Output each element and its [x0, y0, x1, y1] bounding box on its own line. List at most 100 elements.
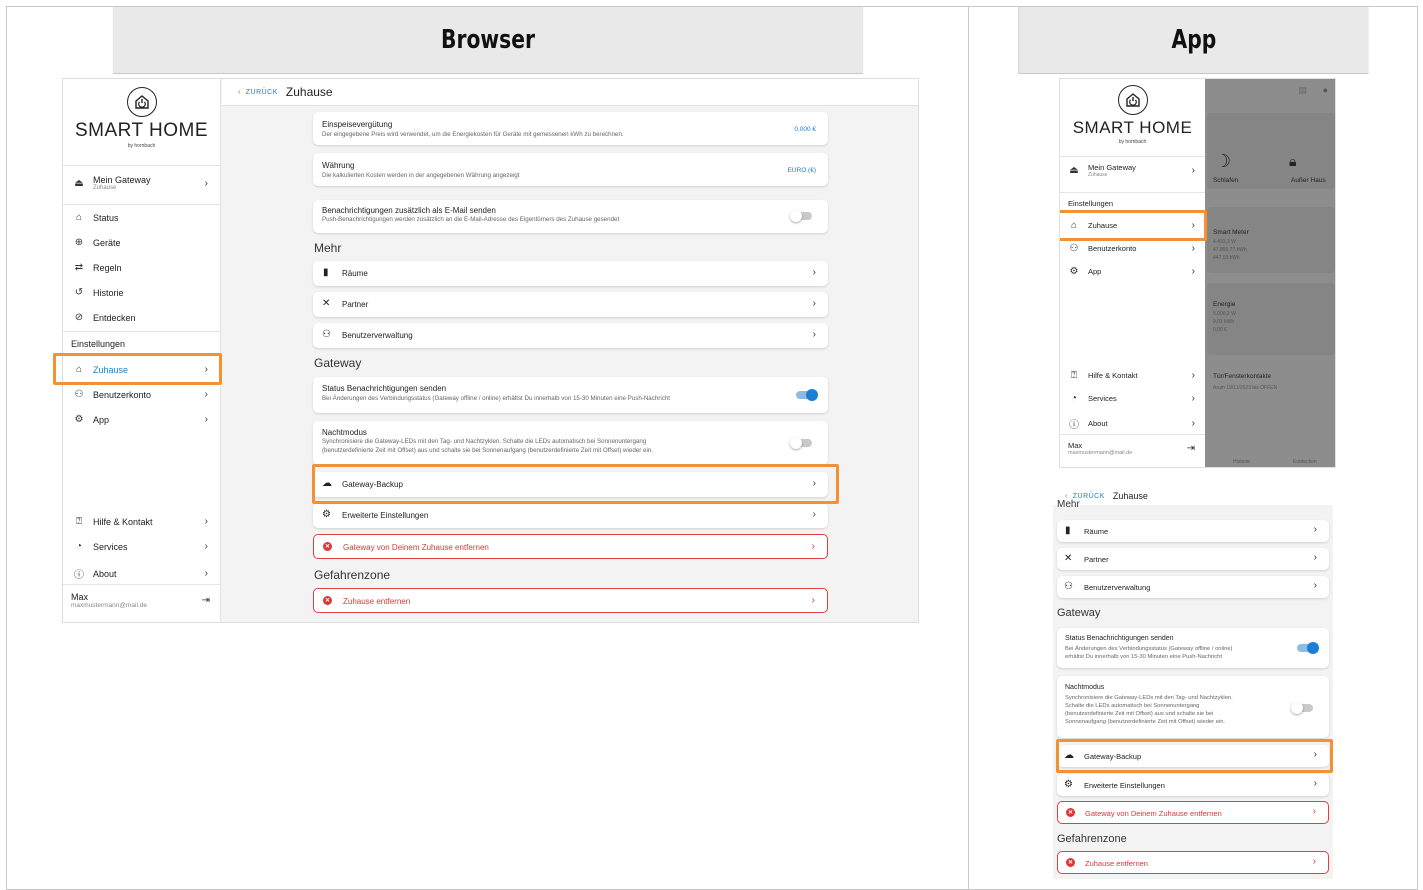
services-icon: ◔	[1070, 393, 1078, 404]
status-notification-toggle[interactable]	[796, 389, 818, 401]
chevron-right-icon: ›	[204, 568, 208, 579]
feed-in-tariff-card[interactable]: Einspeisevergütung Der eingegebene Preis…	[313, 112, 828, 145]
night-mode-card: Nachtmodus Synchronisiere die Gateway-LE…	[313, 421, 828, 465]
topbar: ‹ ZURÜCK Zuhause	[222, 79, 918, 106]
chevron-right-icon: ›	[811, 595, 815, 606]
app-night-mode-toggle[interactable]	[1291, 702, 1313, 714]
brand-sub: by hornbach	[127, 143, 156, 149]
chevron-right-icon: ›	[812, 329, 816, 340]
app-user-management-row[interactable]: ⚇ Benutzerverwaltung ›	[1057, 576, 1329, 598]
add-icon: ●	[1322, 85, 1328, 95]
edit-icon: ▤	[1298, 85, 1307, 95]
app-nav-item-app[interactable]: ⚙ App ›	[1060, 266, 1205, 277]
chevron-right-icon: ›	[204, 414, 208, 425]
brand-logo: SMART HOME by hornbach	[1060, 85, 1205, 145]
door-icon: ▮	[1065, 525, 1071, 536]
advanced-settings-row[interactable]: ⚙ Erweiterte Einstellungen ›	[313, 503, 828, 528]
night-mode-toggle[interactable]	[790, 437, 812, 449]
nav-item-about[interactable]: ⓘ About ›	[63, 566, 220, 581]
remove-gateway-button[interactable]: ✕ Gateway von Deinem Zuhause entfernen ›	[313, 534, 828, 559]
rooms-row[interactable]: ▮ Räume ›	[313, 261, 828, 286]
app-status-notification-card: Status Benachrichtigungen senden Bei Änd…	[1057, 628, 1329, 668]
app-nav-item-account[interactable]: ⚇ Benutzerkonto ›	[1060, 243, 1205, 254]
app-advanced-settings-row[interactable]: ⚙ Erweiterte Einstellungen ›	[1057, 774, 1329, 796]
app-nav-item-services[interactable]: ◔ Services ›	[1060, 393, 1205, 404]
chevron-right-icon: ›	[204, 389, 208, 400]
feed-in-value: 0,000 €	[794, 126, 816, 133]
app-nav-item-help[interactable]: ⍰ Hilfe & Kontakt ›	[1060, 370, 1205, 381]
app-remove-home-button[interactable]: ✕ Zuhause entfernen ›	[1057, 851, 1329, 874]
services-icon: ◔	[75, 541, 83, 552]
user-management-row[interactable]: ⚇ Benutzerverwaltung ›	[313, 323, 828, 348]
app-status-notification-toggle[interactable]	[1297, 642, 1319, 654]
nav-item-help[interactable]: ⍰ Hilfe & Kontakt ›	[63, 516, 220, 527]
home-power-icon	[1117, 85, 1148, 115]
chevron-right-icon: ›	[1313, 524, 1317, 535]
gear-icon: ⚙	[1069, 266, 1079, 277]
partner-row[interactable]: ✕ Partner ›	[313, 292, 828, 317]
sidebar: SMART HOME by hornbach ⏏ Mein Gateway Zu…	[63, 79, 221, 622]
gateway-selector[interactable]: ⏏ Mein Gateway Zuhause ›	[63, 175, 220, 191]
remove-home-button[interactable]: ✕ Zuhause entfernen ›	[313, 588, 828, 613]
app-nav-item-about[interactable]: ⓘ About ›	[1060, 416, 1205, 431]
logout-icon[interactable]: ⇥	[1187, 443, 1195, 454]
brand-logo: SMART HOME by hornbach	[63, 87, 220, 149]
gateway-label: Mein Gateway	[93, 175, 151, 185]
partner-icon: ✕	[322, 298, 331, 309]
chevron-right-icon: ›	[1191, 370, 1195, 381]
currency-card[interactable]: Währung Die kalkulierten Kosten werden i…	[313, 153, 828, 186]
gear-icon: ⚙	[1064, 779, 1073, 790]
nav-item-rules[interactable]: ⇄ Regeln	[63, 262, 220, 273]
nav-item-history[interactable]: ↺ Historie	[63, 287, 220, 298]
status-notification-card: Status Benachrichtigungen senden Bei Änd…	[313, 377, 828, 413]
gear-icon: ⚙	[322, 509, 331, 520]
users-icon: ⚇	[1069, 243, 1079, 254]
app-remove-gateway-button[interactable]: ✕ Gateway von Deinem Zuhause entfernen ›	[1057, 801, 1329, 824]
nav-item-services[interactable]: ◔ Services ›	[63, 541, 220, 552]
chevron-right-icon: ›	[812, 267, 816, 278]
gateway-selector[interactable]: ⏏ Mein Gateway Zuhause ›	[1060, 163, 1205, 178]
logout-icon[interactable]: ⇥	[202, 595, 210, 606]
currency-value: EURO (€)	[787, 167, 816, 174]
error-icon: ✕	[1066, 808, 1075, 817]
nav-item-status[interactable]: ⌂ Status	[63, 212, 220, 223]
chevron-right-icon: ›	[812, 298, 816, 309]
highlight-app-backup	[1056, 739, 1333, 773]
app-zuhause-screen: ‹ ZURÜCK Zuhause Mehr ▮ Räume › ✕ Partne…	[1053, 487, 1333, 879]
partner-icon: ✕	[1064, 553, 1073, 564]
app-partner-row[interactable]: ✕ Partner ›	[1057, 548, 1329, 570]
door-icon: ▮	[323, 267, 329, 278]
device-icon: ⊕	[74, 237, 84, 248]
nav-item-app[interactable]: ⚙ App ›	[63, 414, 220, 425]
users-icon: ⚇	[74, 389, 84, 400]
danger-zone-heading: Gefahrenzone	[314, 568, 391, 582]
email-notification-toggle[interactable]	[790, 210, 812, 222]
browser-column-header: Browser	[112, 7, 864, 74]
user-account: Max maxmustermann@mail.de ⇥	[1068, 441, 1195, 456]
chevron-right-icon: ›	[1191, 418, 1195, 429]
highlight-app-zuhause	[1060, 210, 1207, 241]
help-icon: ⍰	[1071, 370, 1077, 381]
home-power-icon	[126, 87, 157, 117]
settings-section-label: Einstellungen	[71, 339, 126, 349]
back-button[interactable]: ‹ ZURÜCK	[238, 89, 278, 96]
app-menu-screen: ▤ ● ☽ 🔒︎ Schlafen Außer Haus Smart Meter…	[1059, 78, 1336, 468]
gateway-sub: Zuhause	[93, 185, 117, 191]
users-icon: ⚇	[1064, 581, 1073, 592]
nav-item-devices[interactable]: ⊕ Geräte	[63, 237, 220, 248]
email-notification-card: Benachrichtigungen zusätzlich als E-Mail…	[313, 200, 828, 233]
column-divider	[968, 6, 969, 890]
error-icon: ✕	[1066, 858, 1075, 867]
error-icon: ✕	[323, 542, 332, 551]
nav-item-account[interactable]: ⚇ Benutzerkonto ›	[63, 389, 220, 400]
error-icon: ✕	[323, 596, 332, 605]
history-icon: ↺	[74, 287, 84, 298]
chevron-right-icon: ›	[204, 541, 208, 552]
app-rooms-row[interactable]: ▮ Räume ›	[1057, 520, 1329, 542]
user-account: Max maxmustermann@mail.de ⇥	[63, 592, 220, 609]
chevron-right-icon: ›	[204, 516, 208, 527]
highlight-zuhause	[53, 353, 222, 385]
chevron-right-icon: ›	[812, 509, 816, 520]
chevron-right-icon: ›	[1191, 165, 1195, 176]
nav-item-discover[interactable]: ⊘ Entdecken	[63, 312, 220, 323]
